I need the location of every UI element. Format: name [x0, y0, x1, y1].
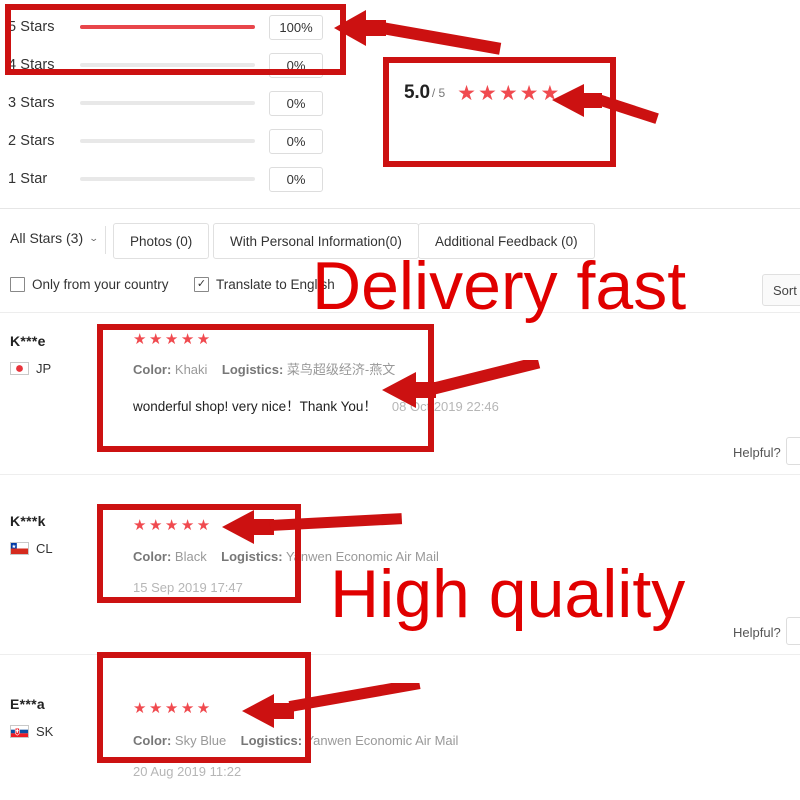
review-divider — [0, 474, 800, 475]
review-color-key: Color: — [133, 362, 172, 377]
checkbox-icon: ✓ — [194, 277, 209, 292]
checkbox-icon — [10, 277, 25, 292]
rating-bar-percent: 0% — [269, 52, 323, 78]
review-logistics-key: Logistics: — [221, 549, 283, 564]
checkbox-only-from-your-country[interactable]: Only from your country — [10, 277, 169, 292]
checkbox-label: Only from your country — [32, 277, 169, 292]
review-item: K***k CL ★★★★★ Color: Black Logistics: Y… — [0, 505, 800, 655]
review-logistics-key: Logistics: — [240, 733, 303, 748]
review-attributes: Color: Khaki Logistics: 菜鸟超级经济-燕文 — [133, 362, 395, 379]
review-date: 15 Sep 2019 17:47 — [133, 580, 243, 595]
rating-bar-label: 2 Stars — [8, 133, 55, 149]
review-country-code: CL — [36, 541, 53, 556]
rating-bar-track — [80, 63, 255, 67]
rating-bar-percent: 0% — [269, 128, 323, 154]
review-color-value: Khaki — [174, 362, 208, 377]
rating-bar-label: 3 Stars — [8, 95, 55, 111]
review-country-code: SK — [36, 724, 54, 739]
review-username: E***a — [10, 696, 45, 712]
score-value: 5.0 — [404, 82, 430, 103]
review-body: 20 Aug 2019 11:22 — [133, 764, 241, 779]
reviews-top-divider — [0, 312, 800, 313]
review-color-key: Color: — [133, 549, 172, 564]
review-stars-icon: ★★★★★ — [133, 517, 213, 534]
filter-chip-additional-feedback[interactable]: Additional Feedback (0) — [418, 223, 595, 259]
rating-bar-track — [80, 177, 255, 181]
review-logistics-value: Yanwen Economic Air Mail — [285, 549, 439, 564]
review-item: K***e JP ★★★★★ Color: Khaki Logistics: 菜… — [0, 325, 800, 475]
rating-bar-percent: 0% — [269, 90, 323, 116]
review-logistics-value: Yanwen Economic Air Mail — [305, 733, 459, 748]
rating-summary: 5 Stars 100% 4 Stars 0% 3 Stars 0% 2 Sta… — [0, 0, 800, 205]
review-country: JP — [10, 361, 51, 376]
review-body-text: wonderful shop! very nice！Thank You！ — [133, 399, 377, 414]
filter-chip-personal-information[interactable]: With Personal Information(0) — [213, 223, 419, 259]
rating-bar-percent: 0% — [269, 166, 323, 192]
review-username: K***k — [10, 513, 46, 529]
rating-bar-percent: 100% — [269, 14, 323, 40]
checkbox-translate-to-english[interactable]: ✓ Translate to English — [194, 277, 335, 292]
rating-bar-label: 4 Stars — [8, 57, 55, 73]
score-denominator: / 5 — [431, 86, 446, 100]
review-logistics-key: Logistics: — [221, 362, 284, 377]
review-attributes: Color: Black Logistics: Yanwen Economic … — [133, 549, 439, 566]
filter-bar: All Stars (3) ⌄ Photos (0) With Personal… — [0, 220, 800, 262]
rating-bar-track — [80, 101, 255, 105]
overall-score: 5.0 / 5 ★★★★★ — [404, 82, 561, 104]
rating-bar-track — [80, 25, 255, 29]
review-logistics-value: 菜鸟超级经济-燕文 — [286, 362, 396, 377]
rating-bar-label: 1 Star — [8, 171, 48, 187]
all-stars-label: All Stars (3) — [10, 230, 84, 246]
review-color-key: Color: — [133, 733, 172, 748]
helpful-button[interactable] — [786, 437, 800, 465]
flag-cl-icon — [10, 542, 29, 555]
helpful-label: Helpful? — [733, 445, 781, 460]
review-date: 20 Aug 2019 11:22 — [133, 764, 242, 779]
all-stars-dropdown[interactable]: All Stars (3) ⌄ — [10, 230, 99, 246]
score-stars-icon: ★★★★★ — [457, 81, 562, 105]
filter-chip-photos[interactable]: Photos (0) — [113, 223, 210, 259]
rating-bar-row-1: 1 Star 0% — [8, 166, 323, 192]
flag-sk-icon — [10, 725, 29, 738]
rating-bar-row-3: 3 Stars 0% — [8, 90, 323, 116]
rating-bar-row-2: 2 Stars 0% — [8, 128, 323, 154]
review-color-value: Sky Blue — [174, 733, 227, 748]
rating-bar-row-4: 4 Stars 0% — [8, 52, 323, 78]
rating-bar-row-5: 5 Stars 100% — [8, 14, 323, 40]
filter-separator — [105, 226, 106, 254]
review-country-code: JP — [36, 361, 52, 376]
review-date: 08 Oct 2019 22:46 — [391, 399, 499, 414]
review-country: SK — [10, 724, 53, 739]
helpful-label: Helpful? — [733, 625, 781, 640]
chevron-down-icon: ⌄ — [88, 232, 99, 243]
review-stars-icon: ★★★★★ — [133, 331, 213, 348]
flag-jp-icon — [10, 362, 29, 375]
review-country: CL — [10, 541, 53, 556]
review-username: K***e — [10, 333, 46, 349]
review-attributes: Color: Sky Blue Logistics: Yanwen Econom… — [133, 733, 458, 750]
rating-bar-label: 5 Stars — [8, 19, 55, 35]
checkbox-label: Translate to English — [216, 277, 335, 292]
rating-bar-fill — [80, 25, 255, 29]
review-body: wonderful shop! very nice！Thank You！ 08 … — [133, 395, 499, 415]
helpful-button[interactable] — [786, 617, 800, 645]
review-stars-icon: ★★★★★ — [133, 700, 213, 717]
section-divider — [0, 208, 800, 209]
rating-bar-track — [80, 139, 255, 143]
review-divider — [0, 654, 800, 655]
review-item: E***a SK ★★★★★ Color: Sky Blue Logistics… — [0, 688, 800, 800]
review-options-row: Only from your country ✓ Translate to En… — [0, 272, 800, 306]
sort-by-dropdown[interactable]: Sort b — [762, 274, 800, 306]
review-body: 15 Sep 2019 17:47 — [133, 580, 243, 595]
review-color-value: Black — [174, 549, 207, 564]
